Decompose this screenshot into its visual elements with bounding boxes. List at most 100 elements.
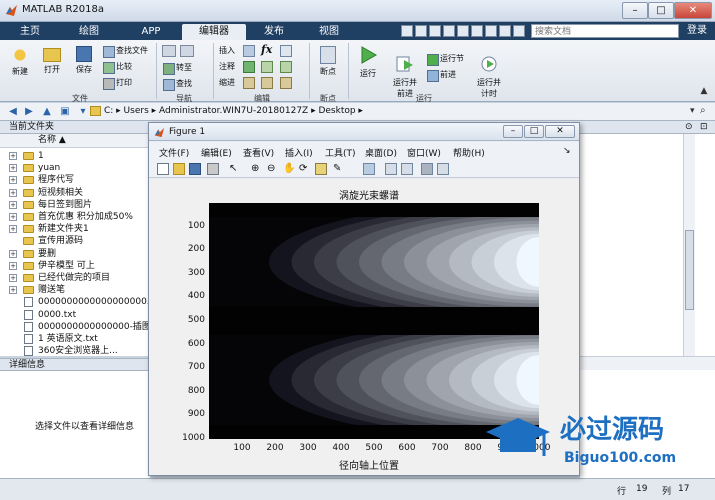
print-button[interactable]: 打印 xyxy=(102,76,132,90)
search-input[interactable] xyxy=(531,24,679,38)
comment-icon[interactable] xyxy=(243,61,255,73)
advance-button[interactable]: 前进 xyxy=(426,68,456,82)
increase-indent-icon[interactable] xyxy=(261,77,273,89)
folder-item[interactable]: + 伊辛模型 可上 xyxy=(0,260,150,272)
decrease-indent-icon[interactable] xyxy=(280,77,292,89)
save-button[interactable]: 保存 xyxy=(70,46,98,75)
hide-plot-tools-icon[interactable] xyxy=(421,163,433,175)
folder-item[interactable]: +1 xyxy=(0,150,150,162)
compare-button[interactable]: 比较 xyxy=(102,60,132,74)
print-figure-icon[interactable] xyxy=(207,163,219,175)
folder-item[interactable]: + 新建文件夹1 xyxy=(0,223,150,235)
cut-quick-icon[interactable] xyxy=(415,25,427,37)
run-and-time-button[interactable]: 运行并 计时 xyxy=(472,46,506,99)
figure-close-button[interactable]: ✕ xyxy=(545,125,575,138)
folder-item[interactable]: + 赠送笔 xyxy=(0,284,150,296)
forward-nav-icon[interactable] xyxy=(180,45,194,57)
forward-icon[interactable]: ▶ xyxy=(22,105,36,118)
menu-file[interactable]: 文件(F) xyxy=(159,146,189,159)
menu-desktop[interactable]: 桌面(D) xyxy=(365,146,397,159)
up-folder-icon[interactable]: ▲ xyxy=(40,105,54,118)
wrap-comment-icon[interactable] xyxy=(261,61,273,73)
figure-minimize-button[interactable]: – xyxy=(503,125,523,138)
copy-quick-icon[interactable] xyxy=(429,25,441,37)
tab-plots[interactable]: 绘图 xyxy=(66,24,112,40)
menu-tools[interactable]: 工具(T) xyxy=(325,146,356,159)
breakpoints-button[interactable]: 断点 xyxy=(314,46,342,77)
expand-icon[interactable]: + xyxy=(9,213,17,221)
panel-maximize-icon[interactable]: ⊡ xyxy=(700,122,708,132)
pointer-icon[interactable]: ↖ xyxy=(229,163,241,175)
tab-publish[interactable]: 发布 xyxy=(250,24,298,40)
current-path[interactable]: C: ▸ Users ▸ Administrator.WIN7U-2018012… xyxy=(104,106,363,116)
show-plot-tools-icon[interactable] xyxy=(437,163,449,175)
expand-icon[interactable]: + xyxy=(9,176,17,185)
insert-dropdown-icon[interactable] xyxy=(280,45,292,57)
rotate-3d-icon[interactable]: ⟳ xyxy=(299,163,311,175)
back-icon[interactable]: ◀ xyxy=(6,105,20,118)
find-files-button[interactable]: 查找文件 xyxy=(102,44,148,58)
name-column-header[interactable]: 名称 ▲ xyxy=(0,134,150,148)
folder-item[interactable]: 宣传用源码 xyxy=(0,235,150,247)
redo-quick-icon[interactable] xyxy=(471,25,483,37)
folder-item[interactable]: + 每日签到图片 xyxy=(0,199,150,211)
menu-window[interactable]: 窗口(W) xyxy=(407,146,441,159)
run-and-advance-button[interactable]: 运行并 前进 xyxy=(388,46,422,99)
close-button[interactable]: ✕ xyxy=(674,2,712,19)
panel-menu-icon[interactable]: ⊙ xyxy=(685,122,693,132)
scrollbar-thumb[interactable] xyxy=(685,230,694,310)
new-figure-icon[interactable] xyxy=(157,163,169,175)
address-dropdown-icon[interactable]: ▾ xyxy=(690,106,695,116)
expand-icon[interactable]: + xyxy=(9,286,17,295)
login-button[interactable]: 登录 xyxy=(681,22,713,40)
insert-section-icon[interactable] xyxy=(243,45,255,57)
collapse-ribbon-icon[interactable]: ▲ xyxy=(698,86,710,98)
folder-item[interactable]: + 已经代做完的项目 xyxy=(0,272,150,284)
folder-item[interactable]: + 首充优惠 积分加成50% xyxy=(0,211,150,223)
link-plot-icon[interactable] xyxy=(363,163,375,175)
file-item[interactable]: 0000000000000000-插图L... xyxy=(0,321,150,333)
zoom-out-icon[interactable]: ⊖ xyxy=(267,163,279,175)
menu-view[interactable]: 查看(V) xyxy=(243,146,274,159)
data-cursor-icon[interactable] xyxy=(315,163,327,175)
file-item[interactable]: 360安全浏览器上... xyxy=(0,345,150,357)
switch-window-icon[interactable] xyxy=(485,25,497,37)
menu-help[interactable]: 帮助(H) xyxy=(453,146,485,159)
uncomment-icon[interactable] xyxy=(280,61,292,73)
menu-edit[interactable]: 编辑(E) xyxy=(201,146,232,159)
save-figure-icon[interactable] xyxy=(189,163,201,175)
file-item[interactable]: 1 英语原文.txt xyxy=(0,333,150,345)
save-quick-icon[interactable] xyxy=(401,25,413,37)
heatmap-plot[interactable] xyxy=(209,203,539,439)
insert-legend-icon[interactable] xyxy=(401,163,413,175)
insert-colorbar-icon[interactable] xyxy=(385,163,397,175)
expand-icon[interactable]: + xyxy=(9,249,17,258)
browse-folder-icon[interactable]: ▣ xyxy=(58,105,72,118)
open-file-icon[interactable] xyxy=(173,163,185,175)
folder-item[interactable]: + 程序代写 xyxy=(0,174,150,186)
tab-home[interactable]: 主页 xyxy=(10,24,50,40)
indent-button[interactable]: 缩进 xyxy=(219,77,235,88)
tab-editor[interactable]: 编辑器 xyxy=(182,24,246,40)
run-section-button[interactable]: 运行节 xyxy=(426,52,464,66)
new-button[interactable]: 新建 xyxy=(6,46,34,77)
folder-item[interactable]: + yuan xyxy=(0,162,150,174)
back-nav-icon[interactable] xyxy=(162,45,176,57)
path-dropdown-icon[interactable]: ▾ xyxy=(76,105,90,118)
open-button[interactable]: 打开 xyxy=(38,46,66,75)
paste-quick-icon[interactable] xyxy=(443,25,455,37)
zoom-in-icon[interactable]: ⊕ xyxy=(251,163,263,175)
find-button[interactable]: 查找 xyxy=(162,77,192,91)
expand-icon[interactable]: + xyxy=(9,164,17,173)
figure-maximize-button[interactable]: □ xyxy=(524,125,544,138)
vertical-scrollbar[interactable] xyxy=(683,134,695,356)
folder-item[interactable]: + 要删 xyxy=(0,248,150,260)
comment-button[interactable]: 注释 xyxy=(219,61,235,72)
insert-button[interactable]: 插入 xyxy=(219,45,235,56)
expand-icon[interactable]: + xyxy=(9,200,17,209)
menu-insert[interactable]: 插入(I) xyxy=(285,146,313,159)
help-quick-icon[interactable] xyxy=(499,25,511,37)
maximize-button[interactable]: □ xyxy=(648,2,674,19)
brush-icon[interactable]: ✎ xyxy=(333,163,345,175)
menu-dock-icon[interactable]: ↘ xyxy=(563,146,571,156)
